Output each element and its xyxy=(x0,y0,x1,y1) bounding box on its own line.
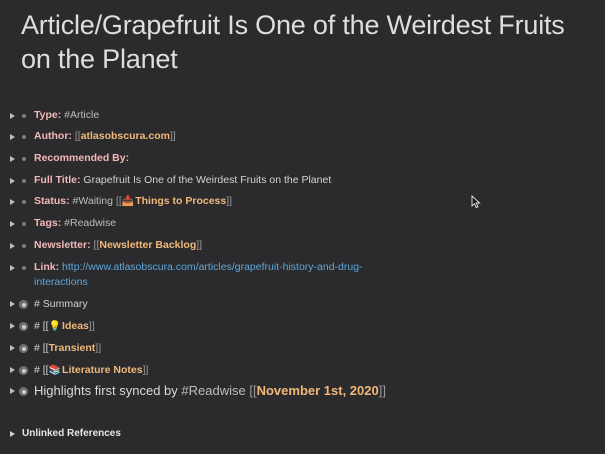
unlinked-references-label[interactable]: Unlinked References xyxy=(22,428,121,439)
attribute-label[interactable]: Status: xyxy=(34,195,70,207)
attribute-label[interactable]: Link: xyxy=(34,261,59,273)
tag-link[interactable]: #Readwise xyxy=(181,383,245,398)
attribute-label[interactable]: Tags: xyxy=(34,217,61,229)
bullet-icon[interactable] xyxy=(22,200,26,204)
block-content[interactable]: Newsletter: [[Newsletter Backlog]] xyxy=(34,238,202,253)
mouse-cursor-icon xyxy=(471,195,481,209)
block-content[interactable]: Status: #Waiting [[📥Things to Process]] xyxy=(34,194,232,209)
bracket-close: ]] xyxy=(196,239,203,251)
block-content[interactable]: Highlights first synced by #Readwise [[N… xyxy=(34,383,386,399)
block-content[interactable]: # [[💡Ideas]] xyxy=(34,319,95,334)
bullet-icon[interactable] xyxy=(22,266,26,270)
caret-right-icon[interactable] xyxy=(10,178,15,184)
caret-right-icon[interactable] xyxy=(10,113,15,119)
page-link[interactable]: Ideas xyxy=(62,320,89,332)
heading-prefix: # [[ xyxy=(34,364,49,376)
caret-right-icon[interactable] xyxy=(10,345,15,351)
page-link[interactable]: Literature Notes xyxy=(62,364,143,376)
bullet-icon[interactable] xyxy=(22,179,26,183)
collapsed-bullet-icon[interactable] xyxy=(19,366,28,375)
caret-right-icon[interactable] xyxy=(10,301,15,307)
block-content[interactable]: Type: #Article xyxy=(34,108,99,123)
collapsed-bullet-icon[interactable] xyxy=(19,300,28,309)
caret-right-icon[interactable] xyxy=(10,134,15,140)
attribute-value: Grapefruit Is One of the Weirdest Fruits… xyxy=(83,174,332,186)
block-content[interactable]: Link: http://www.atlasobscura.com/articl… xyxy=(34,260,454,290)
page-title[interactable]: Article/Grapefruit Is One of the Weirdes… xyxy=(21,8,591,76)
bracket-close: ]] xyxy=(88,320,95,332)
attribute-label[interactable]: Author: xyxy=(34,130,72,142)
collapsed-bullet-icon[interactable] xyxy=(19,387,28,396)
tag-link[interactable]: #Waiting xyxy=(73,195,113,207)
page-link[interactable]: atlasobscura.com xyxy=(81,130,170,142)
block-content[interactable]: Full Title: Grapefruit Is One of the Wei… xyxy=(34,173,331,188)
caret-right-icon[interactable] xyxy=(10,323,15,329)
attribute-label[interactable]: Full Title: xyxy=(34,174,80,186)
caret-right-icon[interactable] xyxy=(10,221,15,227)
bracket-close: ]] xyxy=(226,195,233,207)
caret-right-icon[interactable] xyxy=(10,156,15,162)
heading-prefix: # [[ xyxy=(34,342,49,354)
caret-right-icon[interactable] xyxy=(10,388,15,394)
collapsed-bullet-icon[interactable] xyxy=(19,344,28,353)
caret-right-icon[interactable] xyxy=(10,199,15,205)
unlinked-references-toggle[interactable]: Unlinked References xyxy=(10,428,121,439)
caret-right-icon[interactable] xyxy=(10,243,15,249)
heading-prefix: # [[ xyxy=(34,320,49,332)
external-url-link-continued[interactable]: interactions xyxy=(34,276,88,288)
block-content[interactable]: # [[📚Literature Notes]] xyxy=(34,363,148,378)
page-link[interactable]: Newsletter Backlog xyxy=(99,239,196,251)
bullet-icon[interactable] xyxy=(22,244,26,248)
block-content[interactable]: # Summary xyxy=(34,297,88,312)
external-url-link[interactable]: http://www.atlasobscura.com/articles/gra… xyxy=(62,261,363,273)
attribute-label[interactable]: Type: xyxy=(34,109,61,121)
bracket-close: ]] xyxy=(95,342,102,354)
date-page-link[interactable]: November 1st, 2020 xyxy=(257,383,379,398)
block-content[interactable]: Author: [[atlasobscura.com]] xyxy=(34,129,176,144)
bracket-close: ]] xyxy=(142,364,149,376)
block-content[interactable]: Recommended By: xyxy=(34,151,129,166)
page: Article/Grapefruit Is One of the Weirdes… xyxy=(0,0,605,454)
collapsed-bullet-icon[interactable] xyxy=(19,322,28,331)
page-link[interactable]: Transient xyxy=(49,342,96,354)
books-icon: 📚 xyxy=(48,365,62,376)
page-link[interactable]: Things to Process xyxy=(135,195,226,207)
tag-link[interactable]: #Article xyxy=(64,109,99,121)
bullet-icon[interactable] xyxy=(22,135,26,139)
bracket-open: [[ xyxy=(249,383,257,398)
attribute-label[interactable]: Newsletter: xyxy=(34,239,91,251)
attribute-label[interactable]: Recommended By: xyxy=(34,152,129,164)
light-bulb-icon: 💡 xyxy=(48,321,62,332)
bracket-close: ]] xyxy=(378,383,386,398)
bracket-close: ]] xyxy=(169,130,176,142)
block-content[interactable]: # [[Transient]] xyxy=(34,341,101,356)
highlights-text: Highlights first synced by xyxy=(34,383,178,398)
inbox-tray-icon: 📥 xyxy=(121,196,135,207)
block-content[interactable]: Tags: #Readwise xyxy=(34,216,116,231)
bullet-icon[interactable] xyxy=(22,114,26,118)
caret-right-icon[interactable] xyxy=(10,367,15,373)
tag-link[interactable]: #Readwise xyxy=(64,217,116,229)
caret-right-icon[interactable] xyxy=(10,430,15,437)
bullet-icon[interactable] xyxy=(22,222,26,226)
caret-right-icon[interactable] xyxy=(10,265,15,271)
bullet-icon[interactable] xyxy=(22,157,26,161)
